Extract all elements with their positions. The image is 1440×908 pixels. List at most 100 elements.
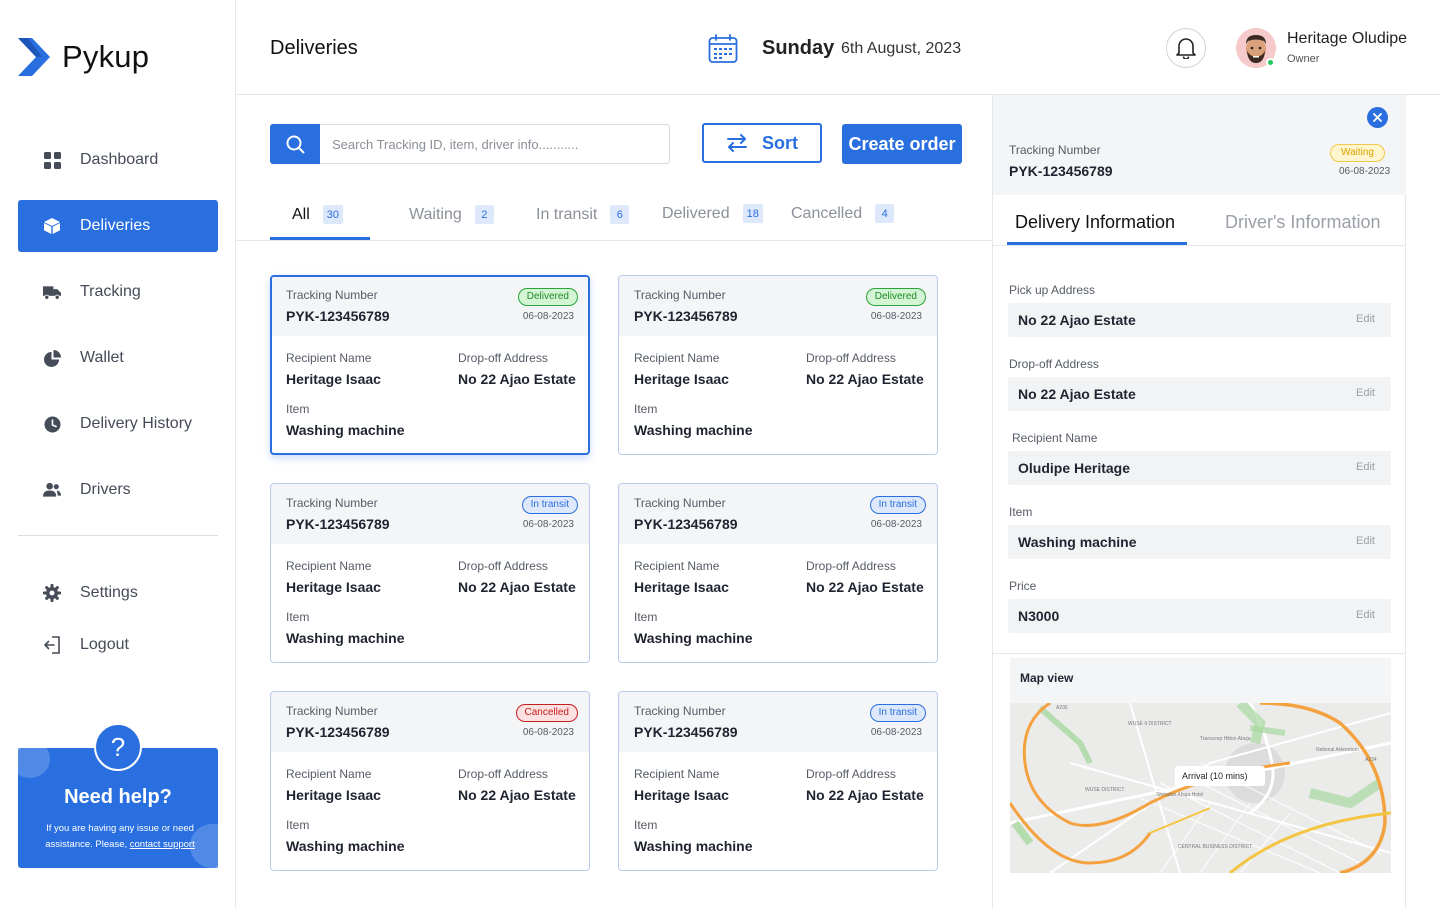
delivery-card[interactable]: Tracking Number PYK-123456789 Delivered 06-… bbox=[618, 275, 938, 455]
pickup-address-field[interactable]: No 22 Ajao Estate Edit bbox=[1008, 303, 1391, 337]
card-date: 06-08-2023 bbox=[522, 311, 574, 322]
dropoff-address: No 22 Ajao Estate bbox=[458, 787, 576, 803]
item-name: Washing machine bbox=[634, 630, 753, 646]
edit-button[interactable]: Edit bbox=[1356, 387, 1375, 399]
tab-in-transit[interactable]: In transit 6 bbox=[536, 205, 630, 224]
tab-waiting[interactable]: Waiting 2 bbox=[409, 205, 494, 224]
create-order-button[interactable]: Create order bbox=[842, 124, 962, 164]
item-name: Washing machine bbox=[634, 422, 753, 438]
search-icon bbox=[286, 135, 304, 153]
recipient-name: Heritage Isaac bbox=[286, 371, 381, 387]
card-header: Tracking Number PYK-123456789 In transit 06… bbox=[619, 484, 937, 544]
delivery-card[interactable]: Tracking Number PYK-123456789 In transit 06… bbox=[618, 691, 938, 871]
recipient-label: Recipient Name bbox=[286, 351, 372, 365]
users-icon bbox=[43, 481, 61, 499]
delivery-details-panel: Tracking Number PYK-123456789 Waiting 06… bbox=[992, 95, 1406, 908]
calendar-icon bbox=[708, 34, 738, 63]
app-root: Pykup Dashboard Deliveries Tracking Wall… bbox=[0, 0, 1440, 908]
sidebar-item-logout[interactable]: Logout bbox=[18, 619, 218, 671]
tab-delivered[interactable]: Delivered 18 bbox=[662, 204, 763, 223]
dropoff-address-field[interactable]: No 22 Ajao Estate Edit bbox=[1008, 377, 1391, 411]
header: Deliveries Sunday 6th August, 2023 Herit… bbox=[236, 0, 1440, 95]
edit-button[interactable]: Edit bbox=[1356, 535, 1375, 547]
sidebar-item-label: Drivers bbox=[80, 481, 131, 498]
card-date: 06-08-2023 bbox=[870, 519, 922, 530]
field-value: Washing machine bbox=[1018, 534, 1137, 550]
swap-arrows-icon bbox=[727, 134, 747, 152]
sort-button[interactable]: Sort bbox=[702, 123, 822, 163]
close-panel-button[interactable] bbox=[1367, 107, 1388, 128]
tab-delivery-information[interactable]: Delivery Information bbox=[1015, 212, 1175, 233]
sidebar-item-dashboard[interactable]: Dashboard bbox=[18, 134, 218, 186]
sidebar-item-label: Tracking bbox=[80, 283, 141, 300]
sidebar-item-settings[interactable]: Settings bbox=[18, 567, 218, 619]
item-label: Item bbox=[286, 402, 310, 416]
card-date: 06-08-2023 bbox=[870, 311, 922, 322]
sidebar: Pykup Dashboard Deliveries Tracking Wall… bbox=[0, 0, 236, 908]
item-name: Washing machine bbox=[286, 838, 405, 854]
tab-label: All bbox=[292, 205, 310, 223]
tab-label: Cancelled bbox=[791, 204, 863, 222]
field-label: Price bbox=[1009, 579, 1037, 593]
item-label: Item bbox=[634, 402, 658, 416]
tab-all[interactable]: All 30 bbox=[292, 205, 344, 224]
sidebar-item-tracking[interactable]: Tracking bbox=[18, 266, 218, 318]
recipient-name: Heritage Isaac bbox=[634, 579, 729, 595]
tab-cancelled[interactable]: Cancelled 4 bbox=[791, 204, 895, 223]
dropoff-label: Drop-off Address bbox=[458, 767, 548, 781]
card-header: Tracking Number PYK-123456789 In transit 06… bbox=[619, 692, 937, 752]
edit-button[interactable]: Edit bbox=[1356, 609, 1375, 621]
delivery-card[interactable]: Tracking Number PYK-123456789 In transit 06… bbox=[270, 483, 590, 663]
search-button[interactable] bbox=[270, 124, 320, 164]
item-name: Washing machine bbox=[286, 630, 405, 646]
dropoff-label: Drop-off Address bbox=[806, 351, 896, 365]
contact-support-link[interactable]: contact support bbox=[130, 839, 195, 850]
recipient-label: Recipient Name bbox=[286, 559, 372, 573]
tab-drivers-information[interactable]: Driver's Information bbox=[1225, 212, 1380, 233]
sidebar-item-delivery-history[interactable]: Delivery History bbox=[18, 398, 218, 450]
item-label: Item bbox=[634, 818, 658, 832]
dropoff-address: No 22 Ajao Estate bbox=[458, 371, 576, 387]
status-badge: Waiting bbox=[1330, 144, 1385, 162]
price-field[interactable]: N3000 Edit bbox=[1008, 599, 1391, 633]
sidebar-item-wallet[interactable]: Wallet bbox=[18, 332, 218, 384]
card-date: 06-08-2023 bbox=[522, 519, 574, 530]
field-label: Pick up Address bbox=[1009, 283, 1096, 297]
map-label: A236 bbox=[1056, 705, 1068, 711]
map-canvas[interactable]: Transcorp Hilton Abuja WUSE II DISTRICT … bbox=[1010, 703, 1391, 873]
map-label: CENTRAL BUSINESS DISTRICT bbox=[1178, 844, 1252, 850]
logo[interactable]: Pykup bbox=[18, 38, 149, 76]
field-label: Recipient Name bbox=[1012, 431, 1098, 445]
dropoff-address: No 22 Ajao Estate bbox=[806, 787, 924, 803]
tabs-divider bbox=[993, 245, 1406, 246]
truck-icon bbox=[43, 283, 61, 301]
recipient-name: Heritage Isaac bbox=[286, 579, 381, 595]
recipient-label: Recipient Name bbox=[634, 559, 720, 573]
delivery-card[interactable]: Tracking Number PYK-123456789 Delivered 06-… bbox=[270, 275, 590, 455]
sidebar-item-drivers[interactable]: Drivers bbox=[18, 464, 218, 516]
app-name: Pykup bbox=[62, 39, 150, 74]
recipient-name-field[interactable]: Oludipe Heritage Edit bbox=[1008, 451, 1391, 485]
item-field[interactable]: Washing machine Edit bbox=[1008, 525, 1391, 559]
item-name: Washing machine bbox=[286, 422, 405, 438]
card-header: Tracking Number PYK-123456789 Cancelled 06-… bbox=[271, 692, 589, 752]
details-tracking-number: PYK-123456789 bbox=[1009, 163, 1113, 179]
edit-button[interactable]: Edit bbox=[1356, 461, 1375, 473]
close-icon bbox=[1373, 113, 1382, 122]
sidebar-item-label: Delivery History bbox=[80, 415, 193, 432]
tracking-number: PYK-123456789 bbox=[286, 516, 390, 532]
search-input[interactable] bbox=[320, 125, 660, 163]
user-name[interactable]: Heritage Oludipe bbox=[1287, 30, 1407, 48]
details-date: 06-08-2023 bbox=[1339, 166, 1391, 177]
edit-button[interactable]: Edit bbox=[1356, 313, 1375, 325]
sidebar-item-deliveries[interactable]: Deliveries bbox=[18, 200, 218, 252]
grid-icon bbox=[43, 151, 61, 169]
dropoff-label: Drop-off Address bbox=[806, 767, 896, 781]
recipient-label: Recipient Name bbox=[634, 767, 720, 781]
dropoff-label: Drop-off Address bbox=[458, 559, 548, 573]
delivery-card[interactable]: Tracking Number PYK-123456789 In transit 06… bbox=[618, 483, 938, 663]
status-badge: In transit bbox=[869, 704, 926, 722]
delivery-card[interactable]: Tracking Number PYK-123456789 Cancelled 06-… bbox=[270, 691, 590, 871]
notifications-button[interactable] bbox=[1166, 28, 1206, 68]
tracking-label: Tracking Number bbox=[634, 496, 726, 510]
